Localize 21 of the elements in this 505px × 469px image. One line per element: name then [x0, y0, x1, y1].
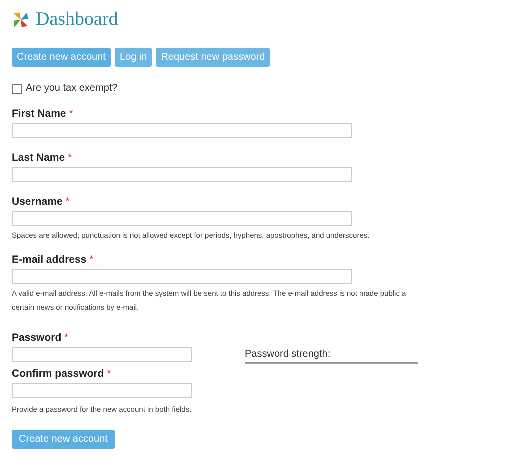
- field-label: Password *: [12, 332, 70, 344]
- tab[interactable]: Log in: [114, 48, 152, 67]
- strength-label: Password strength:: [245, 349, 331, 360]
- password-field[interactable]: [12, 347, 192, 362]
- input-field[interactable]: [12, 211, 352, 226]
- field-label: Username *: [12, 196, 71, 208]
- input-field[interactable]: [12, 269, 352, 284]
- confirm-password-field[interactable]: [12, 383, 192, 398]
- submit-button[interactable]: Create new account: [12, 430, 115, 449]
- tab[interactable]: Request new password: [156, 48, 270, 67]
- field-label: First Name *: [12, 108, 74, 120]
- tab[interactable]: Create new account: [12, 48, 111, 67]
- field-label: Confirm password *: [12, 368, 112, 380]
- field-label: Last Name *: [12, 152, 74, 164]
- pinwheel-logo-icon: [12, 11, 30, 29]
- input-field[interactable]: [12, 123, 352, 138]
- field-label: E-mail address *: [12, 254, 95, 266]
- input-field[interactable]: [12, 167, 352, 182]
- checkbox[interactable]: [12, 84, 22, 94]
- checkbox-label: Are you tax exempt?: [26, 83, 118, 94]
- site-title: Dashboard: [36, 9, 118, 31]
